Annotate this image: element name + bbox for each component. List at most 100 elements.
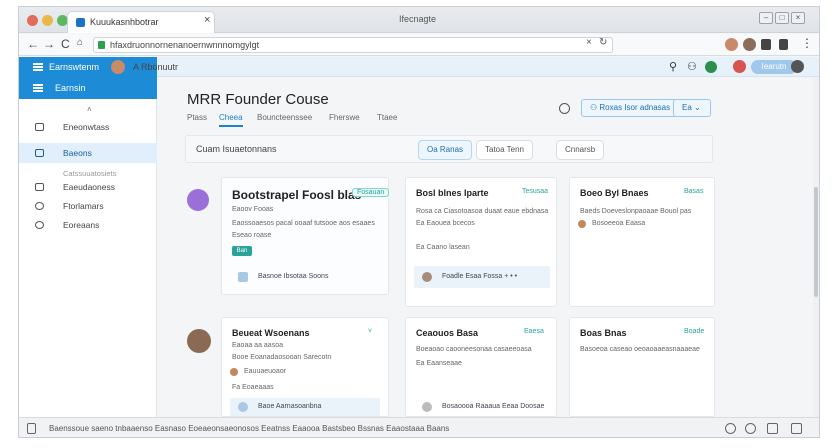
tab-title: Kuuukasnhbotrar — [90, 17, 159, 27]
course-card-5[interactable]: Ceaouos Basa Eaesa Boeaoao caooneesonaa … — [405, 317, 557, 417]
status-circle-icon[interactable] — [705, 61, 717, 73]
tab-3[interactable]: Bouncteenssee — [257, 113, 312, 122]
tab-favicon-icon — [76, 18, 85, 27]
card-footer-label: Basnoe Ibsotaa Soons — [258, 273, 329, 280]
forward-arrow-icon[interactable]: → — [43, 37, 55, 51]
filter-button-label: Cnnarsb — [565, 145, 596, 154]
card-avatar-photo — [187, 329, 211, 353]
refresh-small-icon[interactable]: ↻ — [599, 37, 607, 48]
brand-name: Earnswtenm — [49, 62, 100, 72]
sidebar-menu-icon[interactable] — [33, 84, 43, 92]
tab-2[interactable]: Cheea — [219, 113, 243, 127]
card-footer[interactable]: Baoe Aarnasoanbna — [230, 398, 380, 416]
window-minimize-button[interactable]: – — [759, 12, 773, 24]
filter-button-2[interactable]: Tatoa Tenn — [476, 140, 533, 160]
card-footer[interactable]: Foadle Esaa Fossa + • • — [414, 266, 550, 288]
card-badge: Boade — [684, 328, 705, 335]
sidebar-header[interactable]: Earnsin — [19, 77, 157, 99]
clock-icon[interactable] — [559, 103, 570, 114]
chevron-down-icon: ⌄ — [691, 103, 701, 112]
window-restore-button[interactable]: □ — [775, 12, 789, 24]
briefcase-icon — [35, 123, 44, 131]
scrollbar-thumb[interactable] — [814, 187, 818, 297]
status-chat-icon[interactable] — [791, 423, 802, 434]
card-tag: Ban — [232, 246, 252, 256]
status-globe-icon[interactable] — [745, 423, 756, 434]
lock-icon — [35, 149, 44, 157]
sidebar-item-4[interactable]: Ftorlamars — [19, 196, 157, 216]
person-icon[interactable]: ⚇ — [687, 60, 697, 73]
menu-icon[interactable] — [33, 63, 43, 71]
filter-button-3[interactable]: Cnnarsb — [556, 140, 605, 160]
card-footer[interactable]: Basnoe Ibsotaa Soons — [230, 266, 380, 288]
card-badge: Tesusaa — [522, 188, 549, 195]
card-line: Eauuaeuoaor — [244, 368, 287, 375]
card-line: Ea Eaouea bcecos — [416, 220, 475, 227]
minimize-window-dot[interactable] — [42, 15, 53, 26]
settings-icon[interactable] — [791, 60, 804, 73]
course-card-2[interactable]: Bosl blnes Iparte Tesusaa Rosa ca Ciasot… — [405, 177, 557, 307]
window-close-button[interactable]: × — [791, 12, 805, 24]
status-sync-icon[interactable] — [725, 423, 736, 434]
sidebar-item-1[interactable]: Eneonwtass — [19, 117, 157, 137]
primary-action-button[interactable]: ⚇ Roxas Isor adnasas — [581, 99, 680, 117]
tab-5[interactable]: Ttaee — [377, 113, 397, 122]
card-footer-label: Bosaoooa Raaaua Eeaa Doosae — [442, 403, 545, 410]
card-badge: ˅ — [368, 328, 373, 335]
reload-icon[interactable]: C — [61, 37, 70, 51]
tab-close-icon[interactable]: × — [204, 14, 210, 26]
tab-4[interactable]: Fherswe — [329, 113, 360, 122]
card-line: Basoeoa caseao oeoaoaaeasnaaaeae — [580, 346, 700, 353]
browser-window: Kuuukasnhbotrar × Ifecnagte – □ × ← → C … — [18, 6, 820, 438]
user-name: A Rbonuutr — [133, 62, 179, 72]
card-line: Fa Eoaeaaas — [232, 384, 274, 391]
close-window-dot[interactable] — [27, 15, 38, 26]
card-footer[interactable]: Bosaoooa Raaaua Eeaa Doosae — [414, 398, 550, 416]
sidebar-item-2[interactable]: Baeons — [19, 143, 157, 163]
sidebar-item-5[interactable]: Eoreaans — [19, 215, 157, 235]
profile-avatar[interactable] — [725, 38, 738, 51]
card-line: Boeaoao caooneesonaa casaeeoasa — [416, 346, 532, 353]
user-avatar[interactable] — [111, 60, 125, 74]
vertical-scrollbar[interactable] — [813, 77, 819, 417]
primary-action-label: Roxas Isor adnasas — [599, 103, 671, 112]
status-grid-icon[interactable] — [767, 423, 778, 434]
sidebar-item-3[interactable]: Eaeudaoness — [19, 177, 157, 197]
status-left-icon[interactable] — [27, 423, 36, 434]
card-title: Bootstrapel Foosl blas — [232, 188, 362, 202]
card-badge: Fosauan — [352, 188, 390, 197]
course-card-3[interactable]: Boeo Byl Bnaes Basas Baeds Doeveslonpaoa… — [569, 177, 715, 307]
extension-2-icon[interactable] — [779, 39, 788, 50]
card-line: Ea Eaanseaae — [416, 360, 462, 367]
course-card-6[interactable]: Boas Bnas Boade Basoeoa caseao oeoaoaaea… — [569, 317, 715, 417]
clear-url-icon[interactable]: × — [586, 37, 592, 48]
home-icon[interactable]: ⌂ — [77, 37, 83, 48]
sidebar-item-label: Baeons — [63, 148, 92, 158]
browser-menu-icon[interactable]: ⋮ — [801, 36, 813, 50]
url-input[interactable]: hfaxdruonnornenanoernwnnnomgylgt — [93, 37, 613, 53]
course-card-1[interactable]: Bootstrapel Foosl blas Fosauan Eaoov Foo… — [221, 177, 390, 295]
person-add-icon: ⚇ — [590, 103, 600, 112]
dropdown-label: Ea — [682, 103, 692, 112]
sidebar-item-label: Ftorlamars — [63, 201, 104, 211]
sidebar-item-label: Eaeudaoness — [63, 182, 115, 192]
sidebar: Earnsin ˄ Eneonwtass Baeons Catssuuatosi… — [19, 77, 157, 417]
filter-button-label: Oa Ranas — [427, 145, 464, 154]
browser-tab[interactable]: Kuuukasnhbotrar — [67, 11, 215, 33]
notification-avatar[interactable] — [733, 60, 746, 73]
sidebar-item-label: Eoreaans — [63, 220, 100, 230]
card-line: Ea Caano lasean — [416, 244, 470, 251]
account-avatar[interactable] — [743, 38, 756, 51]
page-title: MRR Founder Couse — [187, 91, 329, 108]
back-arrow-icon[interactable]: ← — [27, 37, 39, 51]
extension-icon[interactable] — [761, 39, 771, 50]
card-line: Booe Eoanadaosooan Sarecotn — [232, 354, 332, 361]
search-icon[interactable]: ⚲ — [669, 60, 677, 73]
filter-dropdown[interactable]: Ea ⌄ — [673, 99, 711, 117]
tab-1[interactable]: Ptass — [187, 113, 207, 122]
filter-button-1[interactable]: Oa Ranas — [418, 140, 473, 160]
title-bar: Kuuukasnhbotrar × Ifecnagte – □ × — [19, 7, 819, 33]
filter-bar: Cuam Isuaetonnans Oa Ranas Tatoa Tenn Cn… — [185, 135, 713, 163]
course-card-4[interactable]: Beueat Wsoenans ˅ Eaoaa aa aasoa Booe Eo… — [221, 317, 389, 417]
sidebar-collapse-arrow-icon[interactable]: ˄ — [87, 105, 92, 114]
